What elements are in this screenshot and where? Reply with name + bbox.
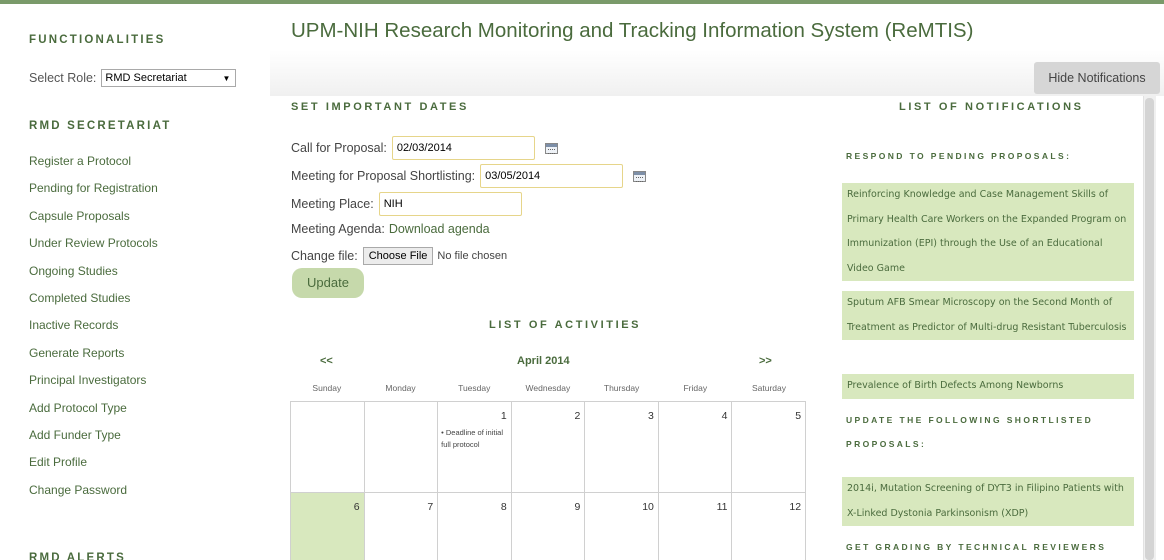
choose-file-button[interactable]: Choose File [362,247,434,265]
sidebar-item-pending-for-registration[interactable]: Pending for Registration [29,181,158,208]
day-number: 12 [789,501,802,513]
calendar-day[interactable]: 2 [511,402,586,493]
previous-month-button[interactable]: << [320,355,333,367]
sidebar-item-add-funder-type[interactable]: Add Funder Type [29,428,158,455]
calendar-day[interactable]: 11 [659,493,733,560]
sidebar-item-generate-reports[interactable]: Generate Reports [29,346,158,373]
calendar-day[interactable]: 3 [585,402,659,493]
meeting-place-input[interactable]: NIH [378,192,522,216]
change-file-label: Change file: [291,249,358,263]
weekday-label: Monday [385,383,416,393]
list-of-activities-heading: LIST OF ACTIVITIES [489,319,642,331]
role-select-value: RMD Secretariat [105,72,187,84]
call-for-proposal-input[interactable]: 02/03/2014 [391,136,535,160]
hide-notifications-button[interactable]: Hide Notifications [1034,62,1160,94]
day-number: 11 [716,501,728,513]
calendar-icon[interactable] [544,142,558,154]
calendar-nav: << April 2014 >> [290,355,806,371]
meeting-place-label: Meeting Place: [291,197,374,211]
app-title: UPM-NIH Research Monitoring and Tracking… [291,19,974,42]
subheader-bar [270,50,1164,96]
day-number: 4 [721,410,728,422]
calendar-icon[interactable] [633,170,647,182]
role-selector-row: Select Role: RMD Secretariat ▼ [29,69,237,87]
sidebar-menu: Register a Protocol Pending for Registrat… [29,154,158,510]
shortlisted-proposal-item[interactable]: 2014i, Mutation Screening of DYT3 in Fil… [842,477,1134,526]
calendar-day[interactable]: 1 • Deadline of initial full protocol [438,402,512,493]
download-agenda-link[interactable]: Download agenda [389,222,490,236]
next-month-button[interactable]: >> [759,355,772,367]
calendar-event[interactable]: • Deadline of initial full protocol [441,427,511,451]
day-number: 9 [574,501,581,513]
calendar-day[interactable]: 9 [512,493,586,560]
sidebar-item-change-password[interactable]: Change Password [29,483,158,510]
calendar-day[interactable]: 12 [732,493,807,560]
chevron-down-icon: ▼ [222,73,231,83]
functionalities-heading: FUNCTIONALITIES [29,34,166,46]
calendar-day[interactable]: 7 [365,493,439,560]
day-number: 6 [353,501,360,513]
calendar-day-today[interactable]: 6 [291,493,365,560]
meeting-shortlisting-row: Meeting for Proposal Shortlisting: 03/05… [291,164,647,188]
weekday-header: Sunday Monday Tuesday Wednesday Thursday Frid… [290,383,806,393]
change-file-row: Change file: Choose File No file chosen [291,247,507,265]
weekday-label: Saturday [751,383,786,393]
pending-proposal-item[interactable]: Sputum AFB Smear Microscopy on the Secon… [842,291,1134,340]
rmd-alerts-heading: RMD ALERTS [29,552,126,560]
calendar-week: 6 7 8 9 10 11 12 [291,493,807,560]
sidebar-item-principal-investigators[interactable]: Principal Investigators [29,373,158,400]
sidebar-item-register-a-protocol[interactable]: Register a Protocol [29,154,158,181]
day-number: 5 [795,410,802,422]
update-shortlisted-heading: UPDATE THE FOLLOWING SHORTLISTED PROPOSA… [846,415,1094,449]
weekday-label: Tuesday [458,383,491,393]
day-number: 3 [648,410,654,422]
calendar-week: 1 • Deadline of initial full protocol 2 3 4 5 [291,402,807,493]
day-number: 2 [574,410,581,422]
calendar-day[interactable]: 5 [732,402,807,493]
update-button[interactable]: Update [292,268,364,298]
calendar-day[interactable]: 10 [585,493,659,560]
select-role-label: Select Role: [29,71,97,85]
sidebar-item-edit-profile[interactable]: Edit Profile [29,455,158,482]
sidebar-item-ongoing-studies[interactable]: Ongoing Studies [29,264,158,291]
sidebar-item-under-review-protocols[interactable]: Under Review Protocols [29,236,158,263]
pending-proposal-item[interactable]: Reinforcing Knowledge and Case Managemen… [842,183,1134,281]
sidebar-item-inactive-records[interactable]: Inactive Records [29,318,158,345]
weekday-label: Friday [683,383,708,393]
set-dates-heading: SET IMPORTANT DATES [291,101,469,113]
call-for-proposal-label: Call for Proposal: [291,141,387,155]
calendar-grid: 1 • Deadline of initial full protocol 2 3 4 5… [290,401,807,560]
role-select[interactable]: RMD Secretariat ▼ [101,69,237,87]
weekday-label: Sunday [312,383,342,393]
day-number: 10 [642,501,654,513]
notifications-panel: RESPOND TO PENDING PROPOSALS: Reinforcin… [842,96,1164,560]
no-file-chosen-text: No file chosen [437,250,508,262]
calendar-day[interactable]: 8 [438,493,512,560]
meeting-agenda-label: Meeting Agenda: [291,222,385,236]
meeting-shortlisting-input[interactable]: 03/05/2014 [480,164,624,188]
day-number: 7 [427,501,434,513]
scrollbar-thumb[interactable] [1145,98,1154,560]
sidebar-item-capsule-proposals[interactable]: Capsule Proposals [29,209,158,236]
weekday-label: Thursday [603,383,640,393]
sidebar-item-add-protocol-type[interactable]: Add Protocol Type [29,401,158,428]
meeting-shortlisting-label: Meeting for Proposal Shortlisting: [291,169,476,183]
sidebar-item-completed-studies[interactable]: Completed Studies [29,291,158,318]
calendar-day[interactable] [364,402,439,493]
calendar-day[interactable]: 4 [658,402,733,493]
respond-pending-heading: RESPOND TO PENDING PROPOSALS: [846,151,1072,161]
grading-heading: GET GRADING BY TECHNICAL REVIEWERS FOR [846,542,1107,552]
weekday-label: Wednesday [525,383,571,393]
meeting-agenda-row: Meeting Agenda: Download agenda [291,222,490,236]
day-number: 1 [500,410,507,422]
call-for-proposal-row: Call for Proposal: 02/03/2014 [291,136,558,160]
meeting-place-row: Meeting Place: NIH [291,192,522,216]
rmd-secretariat-heading: RMD SECRETARIAT [29,120,172,132]
sidebar: FUNCTIONALITIES Select Role: RMD Secreta… [0,4,262,560]
calendar-month-title: April 2014 [517,355,570,367]
day-number: 8 [500,501,507,513]
pending-proposal-item[interactable]: Prevalence of Birth Defects Among Newbor… [842,374,1134,399]
calendar-day[interactable] [291,402,365,493]
